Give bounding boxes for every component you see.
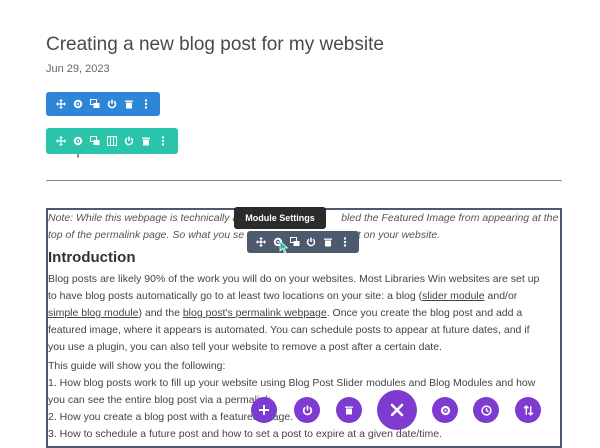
intro-heading: Introduction <box>48 249 136 266</box>
add-icon <box>259 405 269 415</box>
trash-icon[interactable] <box>320 231 337 253</box>
more-icon[interactable] <box>336 231 353 253</box>
close-builder-button[interactable] <box>377 390 417 430</box>
trash-icon[interactable] <box>120 93 137 115</box>
page-settings-button[interactable] <box>432 397 458 423</box>
move-icon[interactable] <box>52 93 69 115</box>
power-icon[interactable] <box>121 130 138 152</box>
section-toolbar <box>247 231 359 253</box>
gear-icon[interactable] <box>69 93 86 115</box>
power-icon <box>302 405 312 415</box>
divider <box>46 180 562 181</box>
permalink-webpage-link[interactable]: blog post's permalink webpage <box>183 307 327 319</box>
module-settings-tooltip: Module Settings <box>234 207 326 229</box>
history-button[interactable] <box>473 397 499 423</box>
row-toolbar <box>46 92 160 116</box>
more-icon[interactable] <box>155 130 172 152</box>
intro-paragraph: Blog posts are likely 90% of the work yo… <box>48 273 540 353</box>
portability-button[interactable] <box>515 397 541 423</box>
pointer-cursor-icon <box>279 240 289 254</box>
more-icon[interactable] <box>137 93 154 115</box>
sort-icon <box>523 404 533 416</box>
history-icon <box>480 404 492 416</box>
power-icon[interactable] <box>303 231 320 253</box>
move-icon[interactable] <box>253 231 270 253</box>
disable-button[interactable] <box>294 397 320 423</box>
duplicate-icon[interactable] <box>86 93 103 115</box>
delete-button[interactable] <box>336 397 362 423</box>
post-date: Jun 29, 2023 <box>46 63 110 75</box>
trash-icon[interactable] <box>138 130 155 152</box>
gear-icon[interactable] <box>69 130 86 152</box>
duplicate-icon[interactable] <box>86 130 103 152</box>
gear-icon <box>440 405 450 415</box>
page-title: Creating a new blog post for my website <box>46 34 384 55</box>
add-button[interactable] <box>251 397 277 423</box>
simple-blog-module-link[interactable]: simple blog module <box>48 307 138 319</box>
trash-icon <box>345 406 353 415</box>
module-toolbar <box>46 128 178 154</box>
move-icon[interactable] <box>52 130 69 152</box>
close-icon <box>390 403 404 417</box>
slider-module-link[interactable]: slider module <box>422 290 484 302</box>
power-icon[interactable] <box>103 93 120 115</box>
columns-icon[interactable] <box>103 130 120 152</box>
